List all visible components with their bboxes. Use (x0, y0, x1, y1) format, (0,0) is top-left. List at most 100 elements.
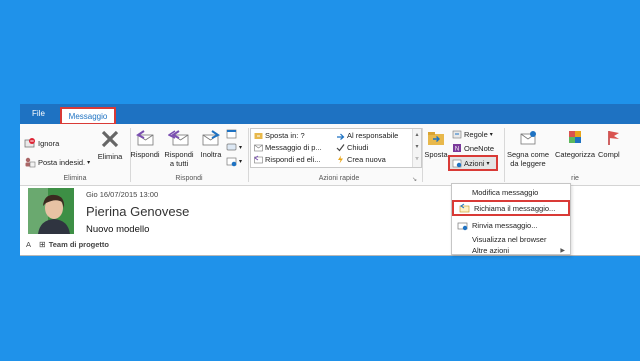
menu-item-rinvia-messaggio[interactable]: Rinvia messaggio... (452, 218, 570, 233)
rispondi-button[interactable]: Rispondi (128, 128, 162, 159)
to-prefix: A (26, 240, 32, 249)
forward-icon (202, 130, 220, 146)
scroll-down-icon[interactable]: ▾ (413, 141, 421, 153)
quick-step-item[interactable]: Chiudi (336, 143, 368, 152)
quick-step-item[interactable]: Sposta in: ? (254, 131, 305, 140)
elimina-label: Elimina (97, 152, 123, 161)
dialog-launcher-icon[interactable]: ↘ (412, 176, 417, 183)
quick-step-item[interactable]: Rispondi ed eli... (254, 155, 320, 164)
ribbon-tab-bar: File Messaggio (20, 104, 640, 125)
reply-icon (136, 130, 154, 146)
tab-file[interactable]: File (26, 107, 51, 121)
recipients-line: A ⊞ Team di progetto (26, 240, 109, 249)
meeting-icon (226, 129, 237, 139)
reply-all-icon (168, 130, 189, 146)
group-label-azioni-rapide: Azioni rapide (318, 175, 360, 182)
categorizza-button[interactable]: Categorizza (552, 128, 598, 159)
chevron-down-icon: ▾ (489, 131, 493, 138)
onenote-label: OneNote (464, 143, 495, 153)
rispondi-a-tutti-label-1: Rispondi (164, 150, 194, 159)
ribbon: Ignora Posta indesid. ▾ Elimina Elimina … (20, 124, 640, 186)
regole-button[interactable]: Regole ▾ (452, 129, 493, 139)
im-button[interactable]: ▾ (226, 142, 242, 153)
submenu-arrow-icon: ▶ (560, 247, 565, 254)
altro-rispondi-button[interactable]: ▾ (226, 156, 242, 167)
rispondi-a-tutti-label-2: a tutti (169, 159, 189, 168)
lightning-icon (338, 155, 343, 164)
quick-step-label: Crea nuova (347, 155, 386, 164)
completa-label: Compl (598, 150, 620, 159)
quick-step-label: Sposta in: ? (265, 131, 305, 140)
group-label-rispondi: Rispondi (175, 175, 203, 182)
onenote-button[interactable]: N OneNote (452, 143, 494, 153)
tab-messaggio[interactable]: Messaggio (60, 107, 116, 125)
menu-item-modifica-messaggio[interactable]: Modifica messaggio (452, 185, 570, 200)
junk-person-icon (25, 157, 36, 168)
expand-group-icon[interactable]: ⊞ (39, 240, 46, 249)
chevron-down-icon: ▾ (486, 160, 490, 167)
reply-delete-icon (254, 155, 263, 164)
azioni-label: Azioni (464, 158, 485, 168)
sposta-button[interactable]: Sposta (423, 128, 449, 159)
categorizza-label: Categorizza (554, 150, 596, 159)
chevron-down-icon: ▾ (87, 159, 91, 166)
elimina-button[interactable]: Elimina (94, 128, 126, 161)
quick-step-item[interactable]: Al responsabile (336, 131, 398, 140)
quick-steps-scroll[interactable]: ▴ ▾ ▿ (412, 129, 421, 167)
segna-label-1: Segna come (506, 150, 550, 159)
menu-item-label: Rinvia messaggio... (472, 221, 538, 230)
mark-unread-icon (520, 131, 536, 145)
ignora-button[interactable]: Ignora (24, 137, 59, 149)
group-label-sposta: rie (571, 175, 579, 182)
menu-item-altre-azioni[interactable]: Altre azioni ▶ (452, 245, 570, 255)
posta-indesiderata-button[interactable]: Posta indesid. ▾ (24, 156, 90, 168)
rules-icon (452, 130, 462, 139)
quick-steps-gallery: Sposta in: ? Messaggio di p... Rispondi … (250, 128, 422, 168)
azioni-button[interactable]: Azioni ▾ (448, 155, 498, 171)
expand-gallery-icon[interactable]: ▿ (413, 153, 421, 165)
group-label-elimina: Elimina (63, 175, 87, 182)
posta-indesiderata-label: Posta indesid. (38, 157, 86, 167)
quick-step-item[interactable]: Crea nuova (336, 155, 386, 164)
svg-text:N: N (455, 147, 459, 153)
riunione-button[interactable] (226, 128, 239, 139)
recipient-group[interactable]: Team di progetto (49, 240, 109, 249)
ignore-icon (24, 138, 35, 148)
rispondi-label: Rispondi (130, 150, 160, 159)
chevron-down-icon: ▾ (239, 145, 243, 151)
actions-icon (452, 159, 462, 168)
quick-step-label: Messaggio di p... (265, 143, 322, 152)
categorize-icon (569, 131, 581, 143)
inoltra-button[interactable]: Inoltra (196, 128, 226, 159)
sender-avatar (28, 188, 74, 234)
ignora-label: Ignora (38, 138, 60, 148)
im-icon (226, 143, 237, 151)
inoltra-label: Inoltra (200, 150, 222, 159)
move-folder-icon (428, 132, 444, 145)
rispondi-a-tutti-button[interactable]: Rispondi a tutti (162, 128, 196, 168)
message-subject: Nuovo modello (86, 224, 150, 235)
team-email-icon (254, 144, 263, 152)
forward-arrow-icon (337, 133, 345, 140)
checkmark-icon (336, 144, 345, 152)
segna-come-da-leggere-button[interactable]: Segna come da leggere (506, 128, 550, 168)
folder-arrow-icon (254, 133, 263, 139)
menu-item-richiama-messaggio[interactable]: Richiama il messaggio... (452, 200, 570, 216)
sposta-label: Sposta (424, 150, 448, 159)
quick-step-label: Rispondi ed eli... (265, 155, 321, 164)
quick-step-label: Chiudi (347, 143, 369, 152)
sender-name[interactable]: Pierina Genovese (86, 204, 189, 219)
completa-button[interactable]: Compl (598, 128, 638, 159)
sender-photo (28, 188, 74, 234)
regole-label: Regole (464, 129, 488, 139)
scroll-up-icon[interactable]: ▴ (413, 129, 421, 141)
quick-step-label: Al responsabile (347, 131, 399, 140)
azioni-dropdown-menu: Modifica messaggio Richiama il messaggio… (451, 183, 571, 255)
message-date: Gio 16/07/2015 13:00 (86, 190, 159, 199)
chevron-down-icon: ▾ (239, 159, 243, 165)
recall-message-icon (459, 203, 469, 212)
menu-item-label: Modifica messaggio (472, 188, 539, 197)
menu-item-label: Altre azioni (472, 245, 510, 255)
segna-label-2: da leggere (510, 159, 546, 168)
quick-step-item[interactable]: Messaggio di p... (254, 143, 322, 152)
